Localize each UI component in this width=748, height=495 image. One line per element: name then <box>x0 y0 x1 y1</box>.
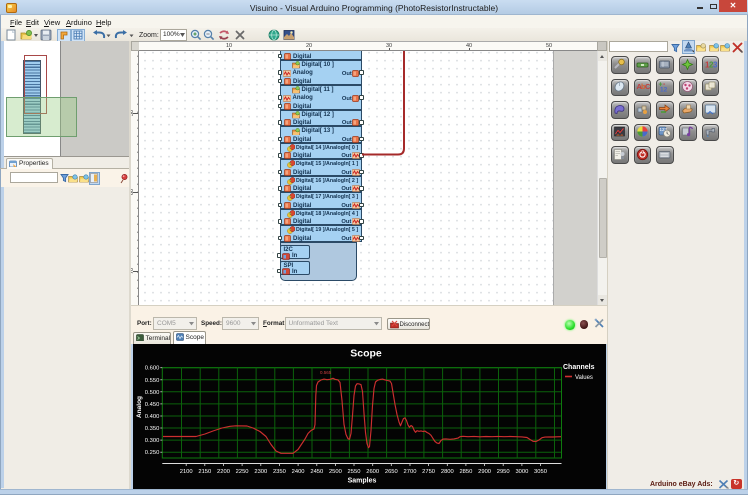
svg-text:2200: 2200 <box>217 469 230 475</box>
svg-text:2400: 2400 <box>292 469 305 475</box>
svg-text:2550: 2550 <box>348 469 361 475</box>
svg-text:2950: 2950 <box>497 469 510 475</box>
svg-text:2800: 2800 <box>441 469 454 475</box>
svg-text:2600: 2600 <box>366 469 379 475</box>
svg-text:0.350: 0.350 <box>145 426 160 432</box>
svg-text:2350: 2350 <box>273 469 286 475</box>
svg-text:0.550: 0.550 <box>145 377 160 383</box>
svg-text:2300: 2300 <box>254 469 267 475</box>
svg-text:3: 3 <box>713 60 718 69</box>
svg-text:2100: 2100 <box>180 469 193 475</box>
svg-text:Channels: Channels <box>563 364 595 371</box>
svg-text:0.600: 0.600 <box>145 365 160 371</box>
svg-text:0.400: 0.400 <box>145 414 160 420</box>
svg-text:0.565: 0.565 <box>320 370 332 375</box>
svg-text:2450: 2450 <box>310 469 323 475</box>
svg-text:Analog: Analog <box>136 395 143 417</box>
svg-text:2750: 2750 <box>422 469 435 475</box>
svg-text:0.300: 0.300 <box>145 438 160 444</box>
svg-text:3000: 3000 <box>515 469 528 475</box>
svg-text:2700: 2700 <box>404 469 417 475</box>
svg-text:0.500: 0.500 <box>145 389 160 395</box>
svg-text:2250: 2250 <box>236 469 249 475</box>
svg-text:2150: 2150 <box>198 469 211 475</box>
svg-text:2850: 2850 <box>459 469 472 475</box>
svg-text:0.450: 0.450 <box>145 401 160 407</box>
svg-text:12: 12 <box>660 87 668 94</box>
svg-text:3050: 3050 <box>534 469 547 475</box>
svg-text:2500: 2500 <box>329 469 342 475</box>
svg-text:2650: 2650 <box>385 469 398 475</box>
svg-text:Values: Values <box>575 375 593 381</box>
svg-text:Scope: Scope <box>350 347 382 359</box>
svg-text:Samples: Samples <box>348 477 377 484</box>
svg-text:2900: 2900 <box>478 469 491 475</box>
svg-text:C: C <box>645 82 650 91</box>
svg-text:0.250: 0.250 <box>145 450 160 456</box>
